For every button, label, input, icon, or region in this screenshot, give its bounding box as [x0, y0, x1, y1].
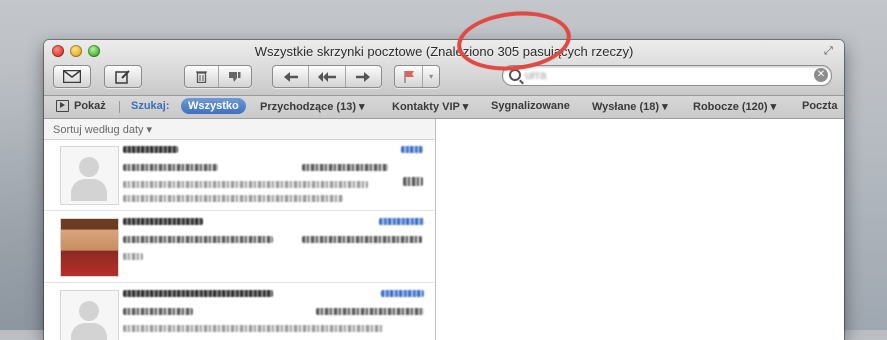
delete-junk-group	[184, 65, 252, 88]
compose-icon	[115, 69, 130, 84]
thumbs-down-icon	[229, 71, 241, 82]
scope-sent-button[interactable]: Wysłane (18) ▾	[592, 100, 668, 113]
reply-all-button[interactable]	[309, 66, 346, 87]
search-input-value[interactable]: urra	[525, 68, 546, 82]
list-item[interactable]	[44, 212, 435, 283]
delete-button[interactable]	[185, 66, 219, 87]
preview-blurred	[123, 253, 143, 260]
reply-all-icon	[317, 71, 336, 82]
reply-button[interactable]	[273, 66, 310, 87]
get-mail-button[interactable]	[53, 65, 91, 88]
favorites-bar: Pokaż Szukaj: Wszystko Przychodzące (13)…	[44, 96, 844, 119]
person-placeholder-icon	[60, 146, 119, 205]
mailbox-blurred	[316, 308, 424, 315]
preview-blurred	[123, 195, 343, 202]
sort-bar[interactable]: Sortuj według daty ▾	[44, 119, 436, 140]
flag-menu-chevron-icon[interactable]: ▾	[423, 66, 439, 87]
flag-group: ▾	[394, 65, 440, 88]
scope-drafts-button[interactable]: Robocze (120) ▾	[693, 100, 776, 113]
mailbox-blurred	[302, 236, 422, 243]
attachment-badge-blurred	[403, 177, 423, 186]
subject-blurred	[123, 308, 193, 315]
list-item[interactable]	[44, 284, 435, 340]
trash-icon	[195, 71, 207, 83]
date-blurred	[379, 218, 424, 225]
preview-blurred	[123, 325, 383, 332]
compose-button[interactable]	[104, 65, 142, 88]
date-blurred	[381, 290, 424, 297]
subject-blurred	[123, 164, 218, 171]
window-title: Wszystkie skrzynki pocztowe (Znaleziono …	[254, 44, 634, 59]
title-bar: Wszystkie skrzynki pocztowe (Znaleziono …	[44, 40, 844, 96]
show-mailboxes-icon[interactable]	[56, 100, 69, 112]
reply-group	[272, 65, 382, 88]
scope-flagged-button[interactable]: Sygnalizowane	[491, 100, 570, 112]
message-preview-pane	[436, 119, 844, 340]
favorites-divider	[119, 101, 120, 113]
fullscreen-icon[interactable]: ⤢	[824, 45, 836, 57]
subject-blurred	[123, 236, 273, 243]
list-item[interactable]	[44, 140, 435, 211]
sender-name-blurred	[123, 218, 203, 225]
message-list	[44, 140, 436, 340]
forward-icon	[356, 71, 371, 82]
search-icon	[509, 69, 521, 81]
preview-blurred	[123, 181, 368, 188]
envelope-icon	[63, 70, 81, 83]
junk-button[interactable]	[219, 66, 252, 87]
forward-button[interactable]	[346, 66, 381, 87]
scope-mail-button[interactable]: Poczta	[802, 100, 837, 112]
mail-window: Wszystkie skrzynki pocztowe (Znaleziono …	[44, 40, 844, 340]
scope-vip-button[interactable]: Kontakty VIP ▾	[392, 100, 468, 113]
reply-icon	[283, 71, 298, 82]
contact-photo	[60, 218, 119, 277]
flag-button[interactable]	[395, 66, 424, 87]
person-placeholder-icon	[60, 290, 119, 340]
clear-search-icon[interactable]: ✕	[814, 68, 828, 82]
show-mailboxes-label[interactable]: Pokaż	[74, 100, 106, 112]
sender-name-blurred	[123, 146, 178, 153]
scope-inbox-button[interactable]: Przychodzące (13) ▾	[260, 100, 365, 113]
mailbox-blurred	[302, 164, 388, 171]
flag-icon	[403, 71, 414, 83]
sort-label[interactable]: Sortuj według daty ▾	[53, 123, 152, 136]
search-field[interactable]: urra ✕	[502, 65, 832, 86]
sender-name-blurred	[123, 290, 273, 297]
scope-all-button[interactable]: Wszystko	[181, 98, 246, 114]
date-blurred	[401, 146, 423, 153]
search-scope-label: Szukaj:	[131, 100, 170, 112]
